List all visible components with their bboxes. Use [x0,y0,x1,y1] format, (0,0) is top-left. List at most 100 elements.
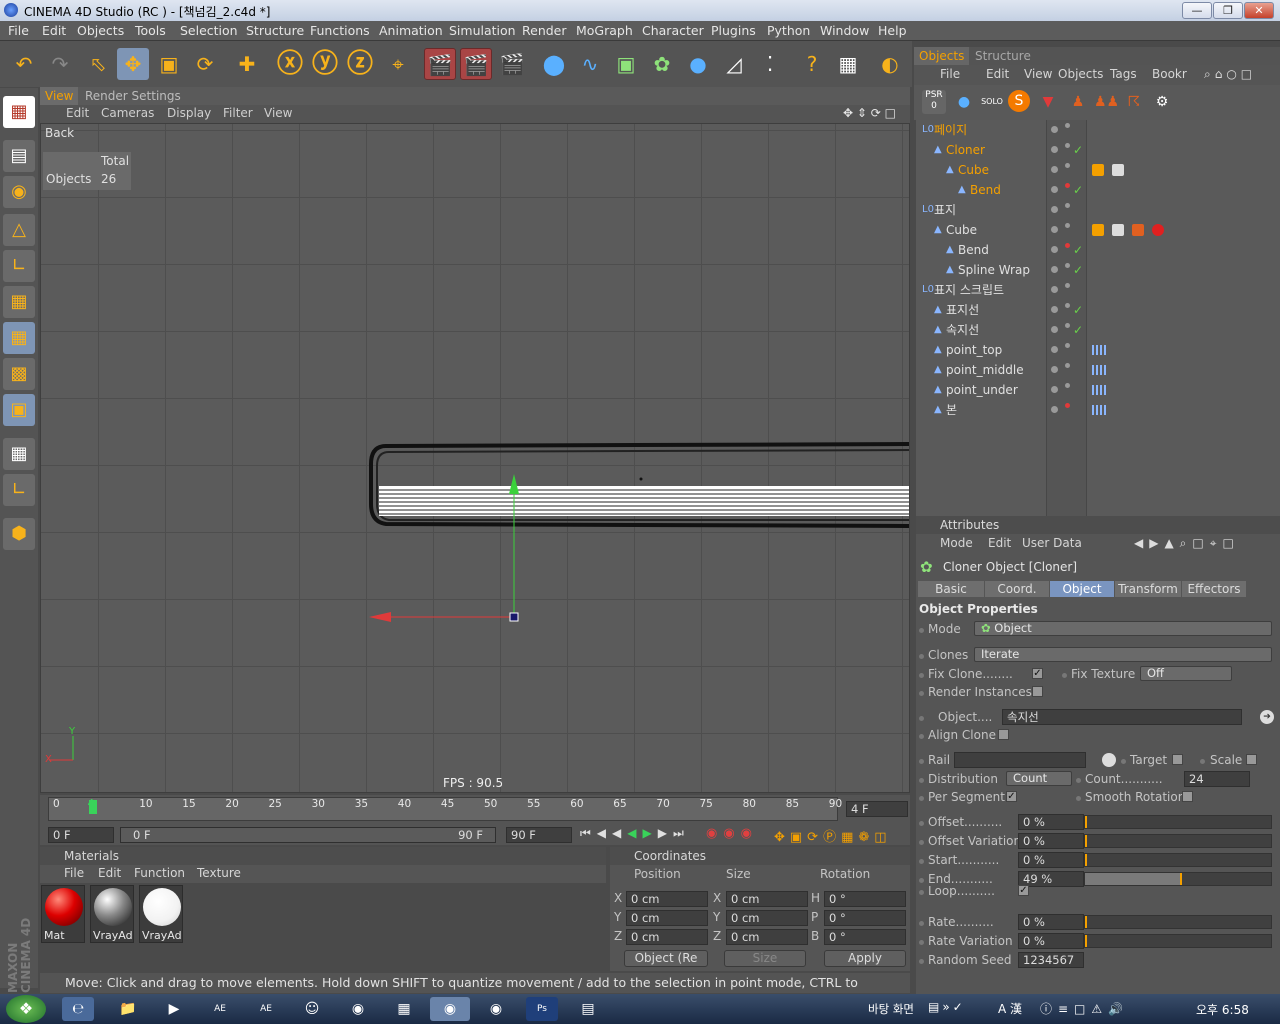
nurbs-icon[interactable]: ▣ [610,48,642,80]
size-field[interactable]: 0 cm [726,891,808,907]
object-row[interactable]: ▲ 본 [916,400,1280,420]
filter-icon[interactable]: ▼ [1036,90,1060,114]
slider-handle[interactable] [1085,835,1087,847]
rail-link-field[interactable] [954,752,1086,768]
visibility-dot[interactable] [1051,206,1058,213]
visibility-dot[interactable] [1051,166,1058,173]
tab-object[interactable]: Object [1050,581,1114,597]
editor-visibility-dot[interactable] [1065,383,1070,388]
object-row[interactable]: ▲ point_middle [916,360,1280,380]
visibility-dot[interactable] [1051,306,1058,313]
object-tag-icon[interactable] [1092,405,1106,415]
object-row[interactable]: ▲ point_top [916,340,1280,360]
object-row[interactable]: L0 페이지 [916,120,1280,140]
psr-icon[interactable]: PSR 0 [922,90,946,114]
tab-structure[interactable]: Structure [970,47,1036,65]
scale-checkbox[interactable] [1246,754,1257,765]
offset-field[interactable]: 0 % [1018,814,1084,830]
viewport-menu-cameras[interactable]: Cameras [101,106,154,120]
visibility-dot[interactable] [1051,146,1058,153]
tab-view[interactable]: View [40,87,79,105]
object-tag-icon[interactable] [1092,365,1106,375]
random-seed-field[interactable]: 1234567 [1018,952,1084,968]
object-tag-icon[interactable] [1092,385,1106,395]
viewport[interactable]: Back Total Objects 26 Y X FPS : 90.5 [40,123,910,793]
scale-tool-button[interactable]: ▣ [153,48,185,80]
model-mode-icon[interactable]: ▦ [3,96,35,128]
object-tag-icon[interactable] [1152,224,1164,236]
slider-handle[interactable] [1180,873,1183,885]
distribution-dropdown[interactable]: Count [1006,771,1072,786]
x-axis-icon[interactable]: ⓧ [274,48,306,80]
position-field[interactable]: 0 cm [626,910,708,926]
editor-visibility-dot[interactable] [1065,203,1070,208]
joint-icon[interactable]: ☈ [1122,90,1146,114]
menu-animation[interactable]: Animation [379,23,443,38]
after-effects-2-icon[interactable]: AE [250,997,282,1021]
visibility-dot[interactable] [1051,406,1058,413]
link-pick-icon[interactable]: ➔ [1260,710,1274,724]
rate-var-slider[interactable] [1084,934,1272,948]
start-field[interactable]: 0 % [1018,852,1084,868]
menu-simulation[interactable]: Simulation [449,23,516,38]
material-vray-1[interactable]: VrayAd [90,885,134,943]
attributes-menu-mode[interactable]: Mode [940,536,973,550]
editor-visibility-dot[interactable] [1065,303,1070,308]
menu-file[interactable]: File [8,23,29,38]
start-frame-field[interactable]: 0 F [48,827,114,843]
rotation-field[interactable]: 0 ° [824,891,906,907]
visibility-dot[interactable] [1051,266,1058,273]
close-button[interactable]: ✕ [1244,2,1274,19]
object-row[interactable]: ▲ Bend ✓ [916,180,1280,200]
tab-basic[interactable]: Basic [918,581,984,597]
editor-visibility-dot[interactable] [1065,243,1070,248]
slider-handle[interactable] [1085,816,1087,828]
object-row[interactable]: L0 표지 스크립트 [916,280,1280,300]
edges-mode-icon[interactable]: ∟ [3,250,35,282]
tab-render-settings[interactable]: Render Settings [80,87,186,105]
object-row[interactable]: ▲ point_under [916,380,1280,400]
enabled-check-icon[interactable]: ✓ [1073,180,1083,200]
offset-slider[interactable] [1084,815,1272,829]
enabled-check-icon[interactable]: ✓ [1073,240,1083,260]
rotation-field[interactable]: 0 ° [824,910,906,926]
per-segment-checkbox[interactable]: ✓ [1006,791,1017,802]
solo-hierarchy-icon[interactable]: S [1008,90,1030,112]
enabled-check-icon[interactable]: ✓ [1073,260,1083,280]
current-frame-field[interactable]: 4 F [846,801,908,817]
objects-menu-objects[interactable]: Objects [1058,67,1103,81]
target-checkbox[interactable] [1172,754,1183,765]
maximize-button[interactable]: ❐ [1213,2,1243,19]
menu-python[interactable]: Python [767,23,810,38]
viewport-menu-view[interactable]: View [264,106,292,120]
enabled-check-icon[interactable]: ✓ [1073,300,1083,320]
editor-visibility-dot[interactable] [1065,283,1070,288]
visibility-dot[interactable] [1051,366,1058,373]
minimize-button[interactable]: — [1182,2,1212,19]
explorer-icon[interactable]: 📁 [112,997,144,1021]
cube-object-icon[interactable]: ⬤ [538,48,570,80]
spline-icon[interactable]: ∿ [574,48,606,80]
tab-effectors[interactable]: Effectors [1182,581,1246,597]
cinema4d-2-icon[interactable]: ◉ [480,997,512,1021]
notepad-icon[interactable]: ▤ [572,997,604,1021]
clones-dropdown[interactable]: Iterate [974,647,1272,662]
objects-menu-view[interactable]: View [1024,67,1052,81]
coordinate-system-button[interactable]: ✚ [231,48,263,80]
object-row[interactable]: ▲ 속지선 ✓ [916,320,1280,340]
materials-menu-edit[interactable]: Edit [98,866,121,880]
position-field[interactable]: 0 cm [626,929,708,945]
rotate-tool-button[interactable]: ⟳ [189,48,221,80]
rail-pick-icon[interactable] [1102,753,1116,767]
apply-button[interactable]: Apply [824,950,906,967]
count-field[interactable]: 24 [1184,771,1250,787]
help-icon[interactable]: ? [796,48,828,80]
timeline[interactable]: 0 4 10 15 20 25 30 35 40 45 50 55 60 65 70 75 80 85 90 4 F [40,795,910,825]
deformer-icon[interactable]: ● [682,48,714,80]
attributes-nav-icons[interactable]: ◀▶▲⌕□⌖□ [1134,536,1240,551]
slider-handle[interactable] [1085,916,1087,928]
script-manager-icon[interactable]: ▦ [832,48,864,80]
end-slider[interactable] [1084,872,1272,886]
end-frame-field[interactable]: 90 F [506,827,572,843]
menu-mograph[interactable]: MoGraph [576,23,633,38]
